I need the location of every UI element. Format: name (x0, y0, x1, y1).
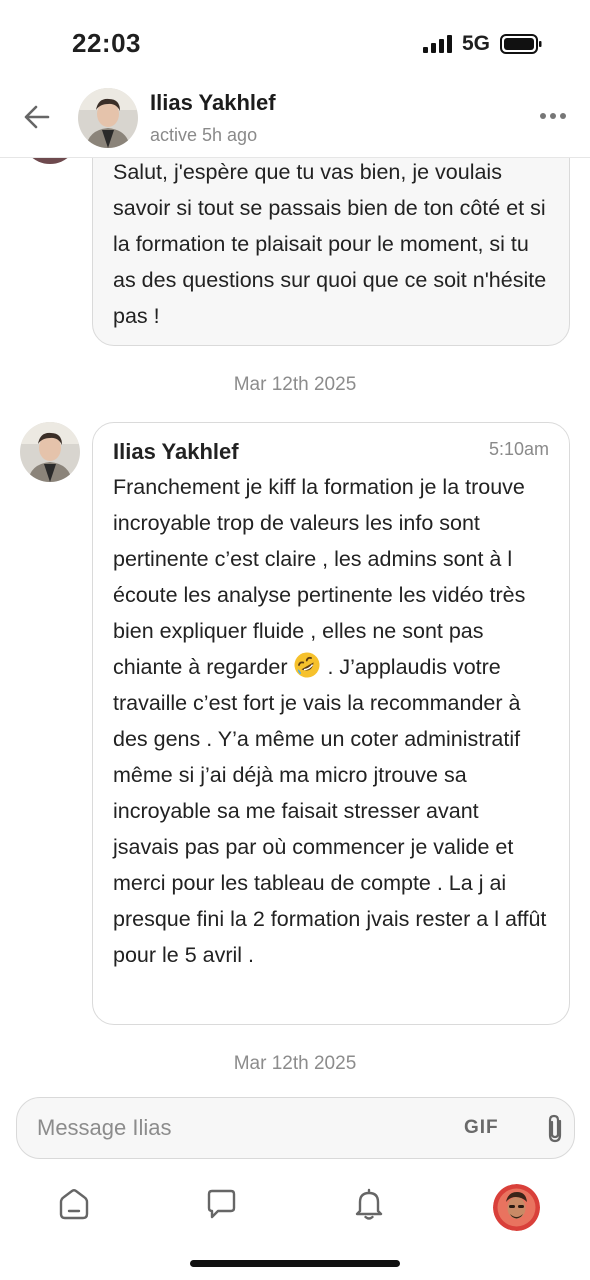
profile-avatar[interactable] (493, 1184, 540, 1231)
message-text: Franchement je kiff la formation je la t… (113, 465, 549, 973)
message-header: Ilias Yakhlef 5:10am (113, 423, 549, 465)
gif-button[interactable]: GIF (464, 1117, 499, 1139)
home-indicator (190, 1260, 400, 1267)
status-time: 22:03 (72, 28, 141, 58)
message-bubble[interactable]: Salut, j'espère que tu vas bien, je voul… (92, 158, 570, 346)
message-timestamp: 5:10am (488, 439, 549, 459)
network-label: 5G (462, 32, 491, 55)
contact-status: active 5h ago (150, 125, 258, 145)
date-separator: Mar 12th 2025 (233, 374, 357, 395)
status-bar: 22:03 5G (0, 0, 590, 88)
message-text-part: . J’applaudis votre travaille c’est fort… (113, 655, 547, 967)
sender-avatar[interactable] (20, 422, 80, 482)
contact-name[interactable]: Ilias Yakhlef (150, 90, 276, 116)
sender-avatar[interactable] (20, 158, 80, 164)
message-input[interactable] (37, 1098, 457, 1158)
message-list[interactable]: Salut, j'espère que tu vas bien, je voul… (0, 158, 590, 1083)
chat-icon[interactable] (203, 1186, 239, 1222)
bottom-nav (0, 1172, 590, 1242)
signal-icon (423, 35, 452, 53)
message-text: Salut, j'espère que tu vas bien, je voul… (113, 160, 547, 328)
chat-header: Ilias Yakhlef active 5h ago (0, 78, 590, 158)
message-bubble[interactable]: Ilias Yakhlef 5:10am Franchement je kiff… (92, 422, 570, 1025)
back-arrow-icon[interactable] (20, 100, 54, 134)
message-text-part: Franchement je kiff la formation je la t… (113, 475, 526, 679)
message-composer: GIF (16, 1097, 575, 1159)
rolling-on-floor-laughing-emoji (294, 652, 320, 678)
bell-icon[interactable] (351, 1186, 387, 1222)
more-icon[interactable] (538, 106, 568, 126)
message-sender[interactable]: Ilias Yakhlef (113, 439, 239, 465)
battery-icon (500, 34, 542, 54)
home-icon[interactable] (56, 1186, 92, 1222)
date-separator: Mar 12th 2025 (233, 1053, 357, 1074)
paperclip-icon[interactable] (544, 1113, 568, 1145)
contact-avatar[interactable] (78, 88, 138, 148)
